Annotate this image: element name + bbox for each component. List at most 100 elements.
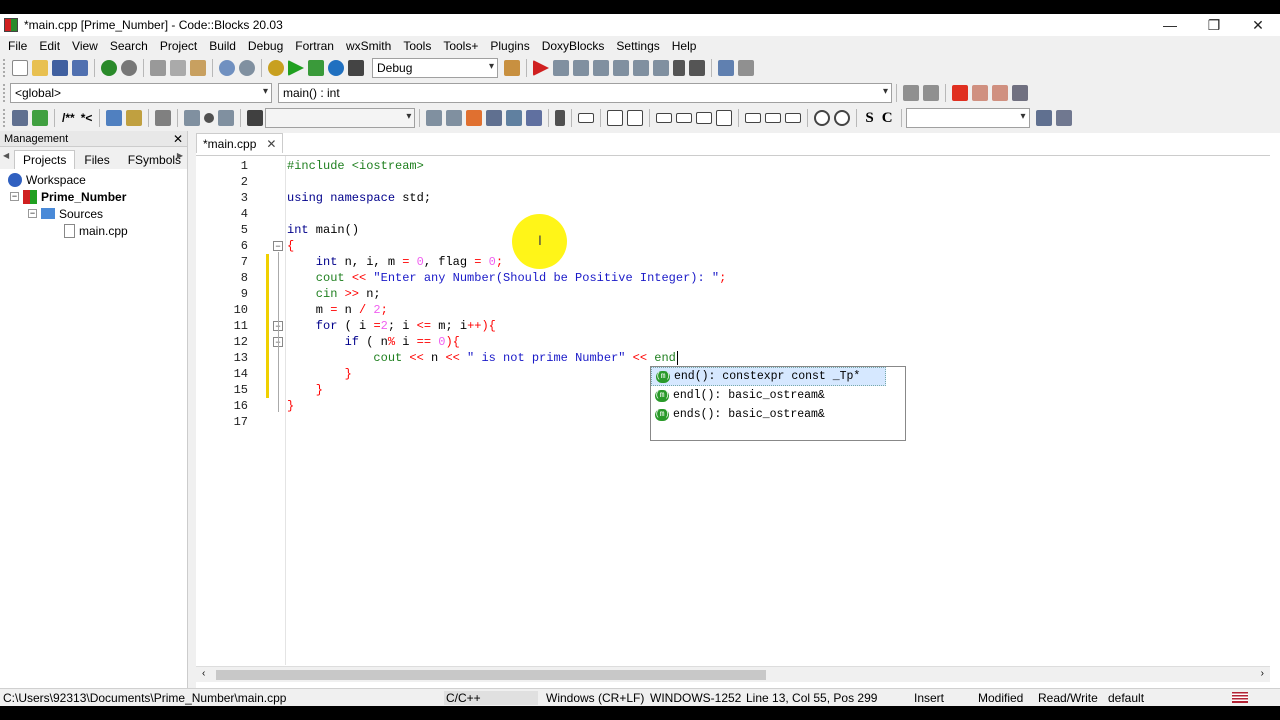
ifelse-icon[interactable]	[627, 110, 644, 126]
menu-edit[interactable]: Edit	[33, 36, 66, 56]
new-file-icon[interactable]	[12, 60, 28, 76]
tree-item-project[interactable]: − Prime_Number	[10, 188, 126, 205]
menu-wxsmith[interactable]: wxSmith	[340, 36, 397, 56]
nassi-c-button[interactable]: C	[882, 110, 893, 127]
menu-plugins[interactable]: Plugins	[484, 36, 535, 56]
close-window-button[interactable]: ✕	[1236, 14, 1280, 36]
restore-button[interactable]: ❐	[1192, 14, 1236, 36]
prev-bookmark-icon[interactable]	[972, 85, 988, 101]
menu-doxyblocks[interactable]: DoxyBlocks	[536, 36, 611, 56]
instruction-icon[interactable]	[745, 113, 762, 123]
collapse-icon[interactable]: −	[10, 192, 19, 201]
step-back-icon[interactable]	[184, 110, 201, 126]
tab-files[interactable]: Files	[75, 150, 118, 169]
management-close-icon[interactable]: ✕	[173, 131, 183, 147]
while-icon[interactable]	[656, 113, 673, 123]
step-into-instruction-icon[interactable]	[653, 60, 669, 76]
block-comment-button[interactable]: /**	[62, 111, 75, 125]
match-case-icon[interactable]	[506, 110, 523, 126]
menu-build[interactable]: Build	[203, 36, 242, 56]
for-icon[interactable]	[676, 113, 693, 123]
open-file-icon[interactable]	[32, 60, 48, 76]
clear-bookmarks-icon[interactable]	[1012, 85, 1028, 101]
menu-view[interactable]: View	[66, 36, 104, 56]
doxywizard-icon[interactable]	[12, 110, 28, 126]
scrollbar-thumb[interactable]	[216, 670, 766, 680]
horizontal-scrollbar[interactable]: ‹ ›	[196, 666, 1270, 682]
menu-project[interactable]: Project	[154, 36, 203, 56]
various-info-icon[interactable]	[738, 60, 754, 76]
replace-icon[interactable]	[239, 60, 255, 76]
toggle-bookmark-icon[interactable]	[952, 85, 968, 101]
menu-file[interactable]: File	[2, 36, 33, 56]
search-icon[interactable]	[1035, 110, 1052, 126]
debug-continue-icon[interactable]	[533, 60, 549, 76]
menu-fortran[interactable]: Fortran	[289, 36, 340, 56]
switch-icon[interactable]	[716, 110, 733, 126]
pause-icon[interactable]	[673, 60, 685, 76]
break-icon[interactable]	[765, 113, 782, 123]
next-line-icon[interactable]	[573, 60, 589, 76]
minimize-button[interactable]: —	[1148, 14, 1192, 36]
nassi-s-button[interactable]: S	[865, 110, 873, 127]
rebuild-icon[interactable]	[328, 60, 344, 76]
run-html-icon[interactable]	[106, 110, 123, 126]
paste-icon[interactable]	[190, 60, 206, 76]
debugging-windows-icon[interactable]	[718, 60, 734, 76]
autocomplete-item[interactable]: (m) end(): constexpr const _Tp*	[651, 367, 886, 386]
build-gear-icon[interactable]	[268, 60, 284, 76]
next-bookmark-icon[interactable]	[992, 85, 1008, 101]
build-and-run-icon[interactable]	[308, 60, 324, 76]
menu-tools[interactable]: Tools	[397, 36, 437, 56]
scroll-right-icon[interactable]: ›	[1261, 668, 1264, 679]
selected-text-only-icon[interactable]	[486, 110, 503, 126]
repeat-icon[interactable]	[696, 112, 713, 124]
autocomplete-item[interactable]: (m) ends(): basic_ostream&	[651, 405, 905, 424]
undo-icon[interactable]	[101, 60, 117, 76]
save-all-icon[interactable]	[72, 60, 88, 76]
scope-select[interactable]: <global> ▾	[10, 83, 272, 103]
zoom-out-icon[interactable]	[834, 110, 851, 126]
function-select[interactable]: main() : int ▾	[278, 83, 892, 103]
abort-icon[interactable]	[348, 60, 364, 76]
stop-debugger-icon[interactable]	[689, 60, 705, 76]
tab-scroll-right-icon[interactable]: ▶	[177, 151, 183, 160]
tab-projects[interactable]: Projects	[14, 150, 76, 169]
run-icon[interactable]	[288, 60, 304, 76]
zoom-in-icon[interactable]	[814, 110, 831, 126]
line-comment-button[interactable]: *<	[81, 111, 93, 125]
autocomplete-item[interactable]: (m) endl(): basic_ostream&	[651, 386, 905, 405]
extract-docs-icon[interactable]	[32, 110, 48, 126]
record-icon[interactable]	[204, 113, 215, 123]
step-forward-icon[interactable]	[218, 110, 235, 126]
tree-item-sources[interactable]: − Sources	[28, 205, 103, 222]
decision-icon[interactable]	[607, 110, 624, 126]
build-target-select[interactable]: Debug ▾	[372, 58, 498, 78]
scroll-left-icon[interactable]: ‹	[202, 668, 205, 679]
step-out-icon[interactable]	[613, 60, 629, 76]
symbol-search-input[interactable]: ▾	[905, 108, 1030, 128]
tree-item-workspace[interactable]: Workspace	[8, 171, 86, 188]
cut-icon[interactable]	[150, 60, 166, 76]
collapse-icon[interactable]: −	[28, 209, 37, 218]
redo-icon[interactable]	[121, 60, 137, 76]
search-next-icon[interactable]	[446, 110, 463, 126]
save-icon[interactable]	[52, 60, 68, 76]
jump-back-icon[interactable]	[903, 85, 919, 101]
copy-icon[interactable]	[170, 60, 186, 76]
close-tab-icon[interactable]: ✕	[266, 137, 276, 151]
find-icon[interactable]	[219, 60, 235, 76]
settings-wrench-icon[interactable]	[1055, 110, 1072, 126]
fold-collapse-icon[interactable]: −	[273, 241, 283, 251]
doxy-prefs-icon[interactable]	[155, 110, 172, 126]
regex-icon[interactable]	[526, 110, 543, 126]
editor-tab-main-cpp[interactable]: *main.cpp ✕	[196, 133, 284, 153]
incremental-search-input[interactable]: ▾	[265, 108, 416, 128]
show-select-target-icon[interactable]	[504, 60, 520, 76]
block-icon[interactable]	[578, 113, 595, 123]
menu-debug[interactable]: Debug	[242, 36, 289, 56]
tab-scroll-left-icon[interactable]: ◀	[3, 151, 9, 160]
step-into-icon[interactable]	[593, 60, 609, 76]
next-instruction-icon[interactable]	[633, 60, 649, 76]
menu-settings[interactable]: Settings	[610, 36, 665, 56]
